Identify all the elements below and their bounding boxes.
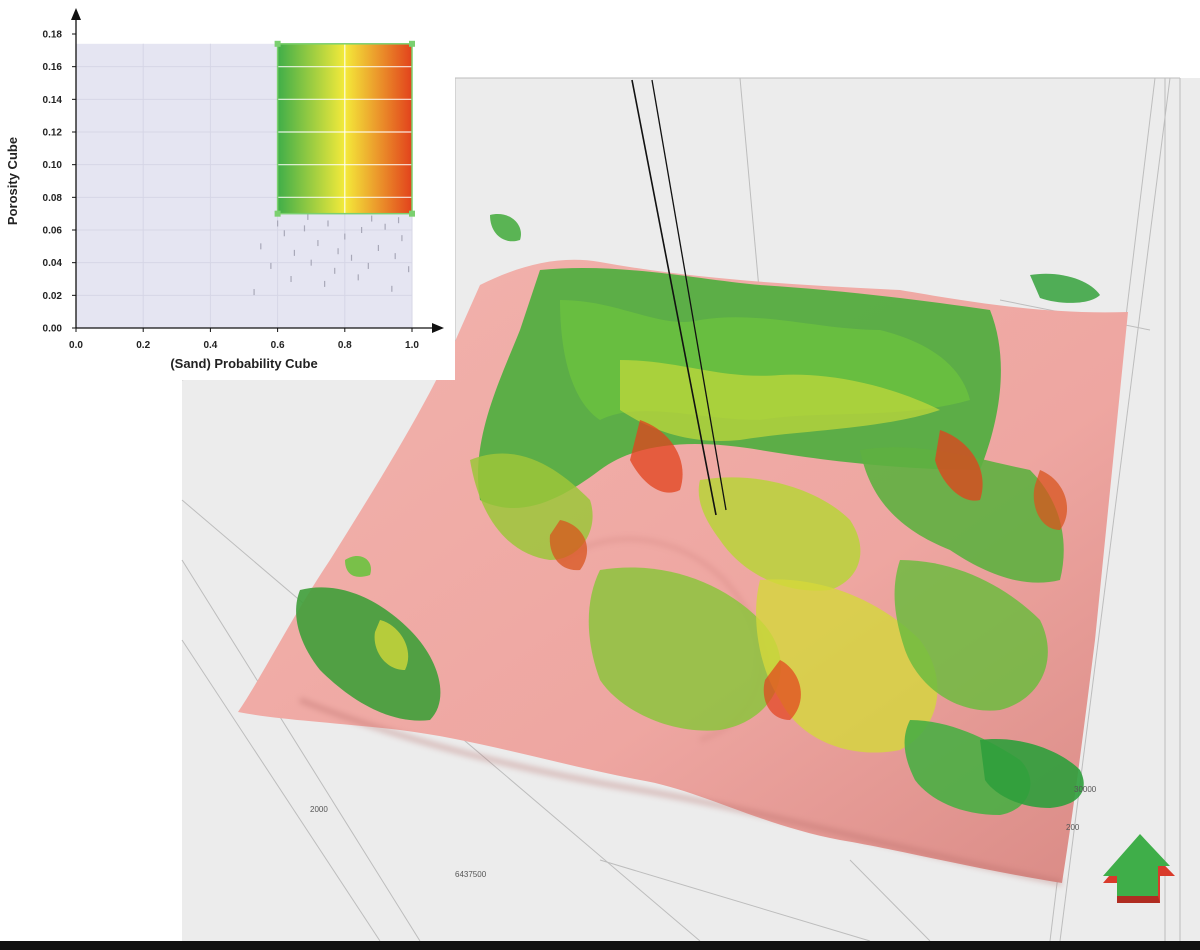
y-tick-label: 0.18 [43, 30, 63, 41]
data-point [361, 227, 363, 233]
x-tick-labels: 0.0 0.2 0.4 0.6 0.8 1.0 [69, 328, 419, 351]
y-tick-labels: 0.00 0.02 0.04 0.06 0.08 0.10 0.12 0.14 0.16 0.18 [43, 30, 76, 335]
data-point [277, 220, 279, 227]
y-axis-title: Porosity Cube [5, 137, 20, 225]
y-tick-label: 0.04 [43, 258, 63, 269]
coord-label-6437500: 6437500 [455, 870, 487, 879]
data-point [397, 217, 400, 224]
data-point [408, 266, 410, 273]
crossplot-chart: 0.0 0.2 0.4 0.6 0.8 1.0 0.000.020.040.060.080… [0, 0, 455, 380]
data-point [337, 248, 339, 255]
data-point [377, 244, 379, 251]
data-point [290, 276, 292, 282]
data-point [253, 289, 255, 296]
x-tick-label: 0.4 [203, 340, 217, 351]
data-point [371, 215, 373, 222]
selection-handle [409, 210, 415, 217]
y-tick-label: 0.14 [43, 95, 63, 106]
y-tick-label: 0.16 [43, 62, 63, 73]
y-tick-label: 0.12 [43, 128, 63, 139]
coord-label-30000: 30000 [1074, 785, 1097, 794]
coord-label-2000: 2000 [310, 805, 328, 814]
selection-handle [409, 40, 415, 47]
x-axis-arrow-icon [432, 323, 444, 333]
data-point [283, 230, 285, 237]
data-point [384, 223, 386, 230]
x-tick-label: 0.2 [136, 340, 150, 351]
data-point [350, 254, 353, 261]
data-point [324, 280, 326, 287]
data-point [307, 213, 309, 220]
y-tick-label: 0.10 [43, 160, 63, 171]
data-point [270, 262, 272, 269]
selection-box[interactable] [274, 40, 415, 217]
selection-handle [274, 40, 281, 47]
x-axis-title: (Sand) Probability Cube [170, 356, 317, 371]
coord-label-200: 200 [1066, 823, 1080, 832]
y-tick-label: 0.06 [43, 226, 63, 237]
x-tick-label: 0.6 [271, 340, 285, 351]
data-point [401, 235, 403, 242]
x-tick-label: 1.0 [405, 340, 419, 351]
data-point [391, 285, 393, 292]
data-point [310, 259, 312, 266]
y-axis-arrow-icon [71, 8, 81, 20]
data-point [327, 220, 329, 227]
data-point [357, 274, 359, 281]
data-point [293, 249, 295, 256]
selection-handle [274, 210, 281, 217]
data-point [334, 267, 336, 274]
data-point [317, 240, 319, 247]
bottom-bar [0, 941, 1200, 950]
y-tick-label: 0.08 [43, 193, 63, 204]
plot-area [76, 40, 415, 329]
data-point [260, 243, 262, 250]
data-point [394, 253, 396, 260]
y-tick-label: 0.00 [43, 324, 63, 335]
x-tick-label: 0.8 [338, 340, 352, 351]
data-point [303, 225, 306, 232]
data-point [367, 262, 369, 269]
y-tick-label: 0.02 [43, 291, 63, 302]
x-tick-label: 0.0 [69, 340, 83, 351]
data-point [344, 233, 346, 240]
